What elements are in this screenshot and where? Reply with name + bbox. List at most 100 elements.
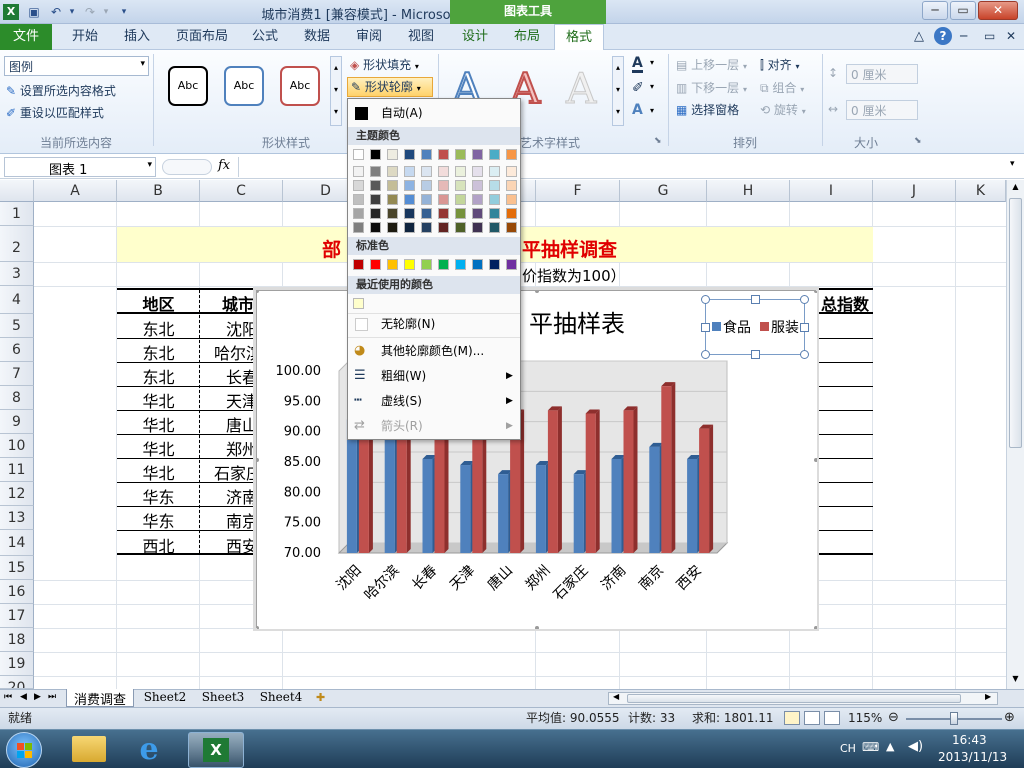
help-icon[interactable]: ? (934, 27, 952, 45)
city-cell[interactable]: 郑州 (226, 436, 256, 460)
legend-handle[interactable] (701, 350, 710, 359)
name-box[interactable]: 图表 1 ▾ (4, 157, 156, 178)
theme-shade-swatch[interactable] (421, 166, 432, 177)
region-cell[interactable]: 东北 (117, 364, 200, 388)
hscroll-thumb[interactable] (627, 694, 961, 703)
standard-color-swatch[interactable] (421, 259, 432, 270)
align-button[interactable]: ⫿ 对齐 ▾ (760, 56, 800, 73)
scroll-up-icon[interactable]: ▲ (1009, 182, 1022, 194)
theme-color-swatch[interactable] (506, 149, 517, 160)
city-cell[interactable]: 南京 (226, 508, 256, 532)
menu-item-more-colors[interactable]: ◕ 其他轮廓颜色(M)... (348, 339, 520, 363)
column-header[interactable]: G (620, 180, 707, 202)
standard-color-swatch[interactable] (455, 259, 466, 270)
vertical-scrollbar[interactable]: ▲ ▼ (1006, 180, 1024, 689)
theme-shade-swatch[interactable] (489, 208, 500, 219)
row-header[interactable]: 19 (0, 652, 34, 676)
tab-view[interactable]: 视图 (398, 24, 444, 50)
menu-item-dashes[interactable]: ┅ 虚线(S) ▶ (348, 389, 520, 413)
standard-color-swatch[interactable] (438, 259, 449, 270)
header-total-index[interactable]: 总指数 (813, 291, 869, 315)
city-cell[interactable]: 济南 (226, 484, 256, 508)
chart-title[interactable]: 平抽样表 (529, 310, 625, 338)
dialog-launcher-icon[interactable]: ⬊ (654, 136, 662, 146)
city-cell[interactable]: 哈尔滨 (214, 340, 256, 364)
start-button[interactable] (6, 732, 42, 768)
theme-shade-swatch[interactable] (387, 194, 398, 205)
tab-data[interactable]: 数据 (294, 24, 340, 50)
excel-taskbar-button[interactable]: X (188, 732, 244, 768)
scrollbar-thumb[interactable] (1009, 198, 1022, 448)
scroll-left-icon[interactable]: ◀ (613, 692, 619, 701)
column-header[interactable]: I (790, 180, 873, 202)
row-header[interactable]: 9 (0, 410, 34, 434)
theme-shade-swatch[interactable] (370, 222, 381, 233)
tab-review[interactable]: 审阅 (346, 24, 392, 50)
theme-color-swatch[interactable] (472, 149, 483, 160)
city-cell[interactable]: 石家庄 (214, 460, 256, 484)
row-header[interactable]: 17 (0, 604, 34, 628)
theme-color-swatch[interactable] (455, 149, 466, 160)
theme-shade-swatch[interactable] (455, 222, 466, 233)
shape-width-input[interactable]: 0 厘米 (846, 100, 918, 120)
menu-item-auto[interactable]: 自动(A) (348, 101, 520, 125)
chevron-down-icon[interactable]: ▾ (650, 58, 654, 67)
city-cell[interactable]: 长春 (226, 364, 256, 388)
scroll-down-icon[interactable]: ▼ (1009, 674, 1022, 686)
shape-style-blue[interactable]: Abc (224, 66, 264, 106)
column-header[interactable]: C (200, 180, 283, 202)
menu-item-arrows[interactable]: ⇄ 箭头(R) ▶ (348, 414, 520, 438)
row-header[interactable]: 16 (0, 580, 34, 604)
theme-shade-swatch[interactable] (421, 208, 432, 219)
theme-shade-swatch[interactable] (472, 222, 483, 233)
theme-color-swatch[interactable] (489, 149, 500, 160)
theme-shade-swatch[interactable] (455, 166, 466, 177)
city-cell[interactable]: 西安 (226, 533, 256, 557)
tab-format[interactable]: 格式 (554, 24, 604, 51)
standard-color-swatch[interactable] (370, 259, 381, 270)
row-header[interactable]: 1 (0, 202, 34, 226)
standard-color-swatch[interactable] (353, 259, 364, 270)
region-cell[interactable]: 华北 (117, 436, 200, 460)
text-effects-icon[interactable]: A (632, 102, 643, 118)
tab-layout[interactable]: 布局 (504, 24, 550, 50)
select-all-corner[interactable] (0, 180, 34, 202)
shape-height-input[interactable]: 0 厘米 (846, 64, 918, 84)
format-selection-button[interactable]: ✎ 设置所选内容格式 (6, 82, 116, 99)
standard-color-swatch[interactable] (489, 259, 500, 270)
city-cell[interactable]: 沈阳 (226, 316, 256, 340)
normal-view-icon[interactable] (784, 711, 800, 725)
dialog-launcher-icon[interactable]: ⬊ (914, 136, 922, 146)
theme-shade-swatch[interactable] (506, 166, 517, 177)
minimize-ribbon-icon[interactable]: △ (914, 29, 924, 44)
page-layout-view-icon[interactable] (804, 711, 820, 725)
theme-shade-swatch[interactable] (438, 222, 449, 233)
theme-shade-swatch[interactable] (472, 166, 483, 177)
header-region[interactable]: 地区 (117, 291, 200, 315)
row-header[interactable]: 14 (0, 530, 34, 556)
sheet-tab[interactable]: Sheet3 (196, 690, 250, 704)
send-backward-button[interactable]: ▥ 下移一层 ▾ (676, 79, 747, 96)
chart-elements-select[interactable]: 图例 ▾ (4, 56, 149, 76)
legend-handle[interactable] (800, 323, 809, 332)
column-header[interactable]: H (707, 180, 790, 202)
expand-formula-icon[interactable]: ▾ (1010, 159, 1015, 169)
menu-item-no-outline[interactable]: 无轮廓(N) (348, 312, 520, 336)
theme-shade-swatch[interactable] (404, 194, 415, 205)
tab-page-layout[interactable]: 页面布局 (170, 24, 234, 50)
selection-pane-button[interactable]: ▦ 选择窗格 (676, 101, 739, 118)
page-break-view-icon[interactable] (824, 711, 840, 725)
tab-home[interactable]: 开始 (62, 24, 108, 50)
row-header[interactable]: 11 (0, 458, 34, 482)
insert-sheet-icon[interactable]: ✚ (316, 691, 325, 704)
row-header[interactable]: 15 (0, 556, 34, 580)
region-cell[interactable]: 华东 (117, 508, 200, 532)
region-cell[interactable]: 东北 (117, 316, 200, 340)
zoom-level[interactable]: 115% (848, 708, 882, 728)
theme-shade-swatch[interactable] (506, 208, 517, 219)
column-header[interactable]: K (956, 180, 1006, 202)
horizontal-scrollbar[interactable]: ◀ ▶ (608, 692, 998, 705)
theme-shade-swatch[interactable] (370, 180, 381, 191)
zoom-in-icon[interactable]: ⊕ (1004, 708, 1015, 728)
column-header[interactable]: B (117, 180, 200, 202)
